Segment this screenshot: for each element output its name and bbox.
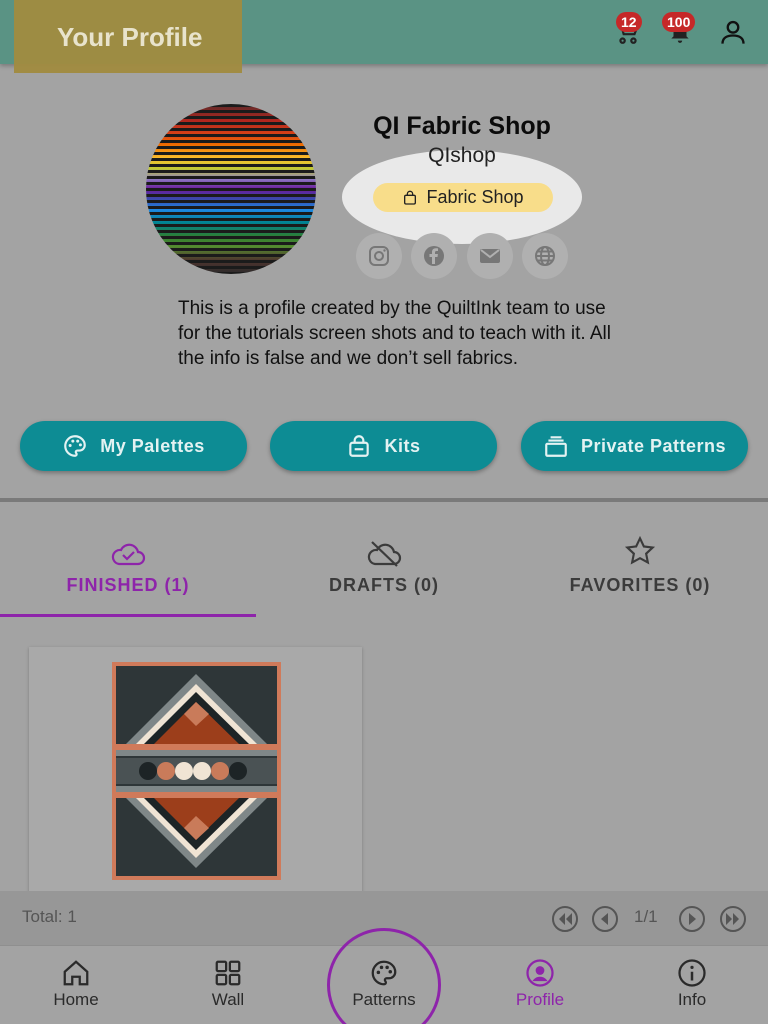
profile-avatar[interactable] [146, 104, 316, 274]
nav-info[interactable]: Info [632, 958, 752, 1010]
facebook-button[interactable] [411, 233, 457, 279]
user-icon [721, 20, 745, 44]
tab-finished-label: FINISHED (1) [66, 575, 190, 595]
tab-finished[interactable]: FINISHED (1) [0, 535, 256, 596]
kits-label: Kits [384, 435, 421, 456]
private-patterns-button[interactable]: Private Patterns [521, 421, 748, 471]
first-page-button[interactable] [552, 906, 578, 932]
notifications-badge: 100 [662, 12, 696, 32]
nav-profile-label: Profile [515, 990, 565, 1009]
facebook-icon [424, 246, 444, 266]
info-icon [678, 959, 706, 987]
nav-home-label: Home [53, 990, 99, 1009]
nav-wall-label: Wall [211, 990, 245, 1009]
play-back-icon [601, 913, 608, 925]
play-forward-icon [689, 913, 696, 925]
kits-button[interactable]: Kits [270, 421, 497, 471]
tab-favorites-label: FAVORITES (0) [569, 575, 711, 595]
my-palettes-label: My Palettes [100, 435, 205, 456]
profile-icon [526, 959, 554, 987]
account-button[interactable] [717, 16, 749, 48]
notifications-button[interactable]: 100 [662, 12, 696, 48]
quilt-pattern-thumbnail [112, 662, 281, 880]
home-icon [63, 960, 89, 986]
profile-name: QI Fabric Shop [373, 112, 551, 140]
shop-type-chip[interactable]: Fabric Shop [373, 183, 553, 212]
tab-favorites[interactable]: FAVORITES (0) [512, 535, 768, 596]
instagram-button[interactable] [356, 233, 402, 279]
email-button[interactable] [467, 233, 513, 279]
private-patterns-label: Private Patterns [580, 435, 727, 456]
shopping-bag-icon [404, 190, 417, 205]
active-tab-indicator [0, 614, 256, 617]
instagram-icon [369, 246, 389, 266]
star-icon [624, 535, 656, 565]
tab-drafts-label: DRAFTS (0) [329, 575, 439, 595]
globe-icon [535, 246, 555, 266]
website-button[interactable] [522, 233, 568, 279]
stacked-layers-icon [545, 436, 567, 457]
nav-info-label: Info [677, 990, 707, 1009]
next-page-button[interactable] [679, 906, 705, 932]
cart-badge: 12 [616, 12, 642, 32]
email-icon [480, 249, 500, 263]
section-divider [0, 498, 768, 502]
cloud-check-icon [111, 543, 146, 566]
cloud-off-icon [367, 541, 402, 567]
rewind-icon [559, 913, 572, 925]
cart-button[interactable]: 12 [612, 12, 644, 48]
profile-handle: QIshop [428, 144, 496, 167]
pattern-card[interactable] [29, 647, 362, 897]
fast-forward-icon [726, 913, 739, 925]
shopping-basket-icon [349, 435, 370, 457]
nav-profile[interactable]: Profile [480, 958, 600, 1010]
total-count: Total: 1 [22, 907, 77, 926]
shop-type-label: Fabric Shop [426, 187, 524, 207]
page-title: Your Profile [57, 22, 203, 52]
grid-icon [215, 960, 241, 986]
nav-home[interactable]: Home [16, 958, 136, 1010]
prev-page-button[interactable] [592, 906, 618, 932]
app-header: Your Profile 12 100 [0, 0, 768, 73]
my-palettes-button[interactable]: My Palettes [20, 421, 247, 471]
last-page-button[interactable] [720, 906, 746, 932]
palette-icon [64, 435, 87, 457]
page-indicator: 1/1 [634, 907, 658, 926]
profile-bio: This is a profile created by the QuiltIn… [178, 298, 612, 369]
nav-wall[interactable]: Wall [168, 958, 288, 1010]
tab-drafts[interactable]: DRAFTS (0) [256, 535, 512, 596]
